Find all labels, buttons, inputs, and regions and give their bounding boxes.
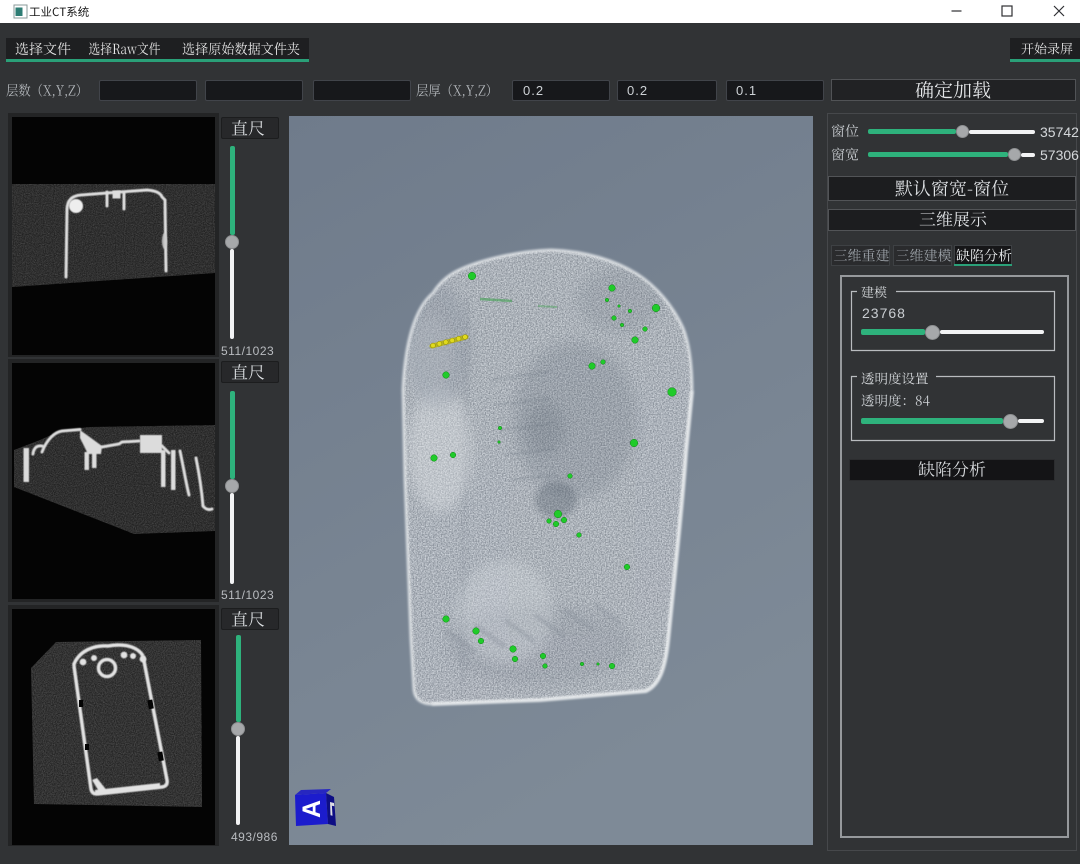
svg-text:A: A xyxy=(298,800,326,818)
